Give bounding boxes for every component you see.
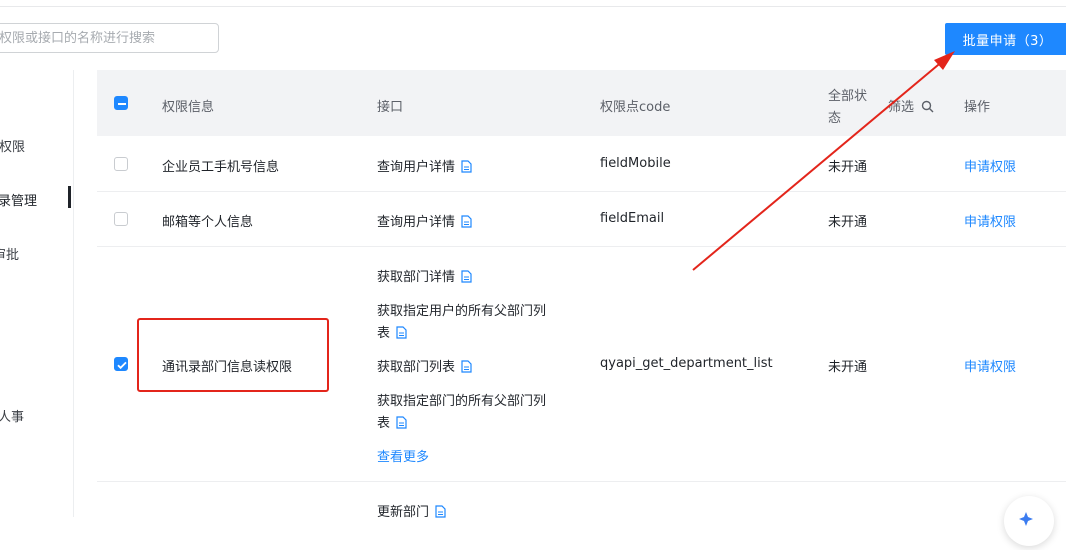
annotation-arrow: [692, 51, 955, 271]
floating-assistant-button[interactable]: [1004, 496, 1054, 546]
sparkle-icon: [1019, 512, 1033, 526]
